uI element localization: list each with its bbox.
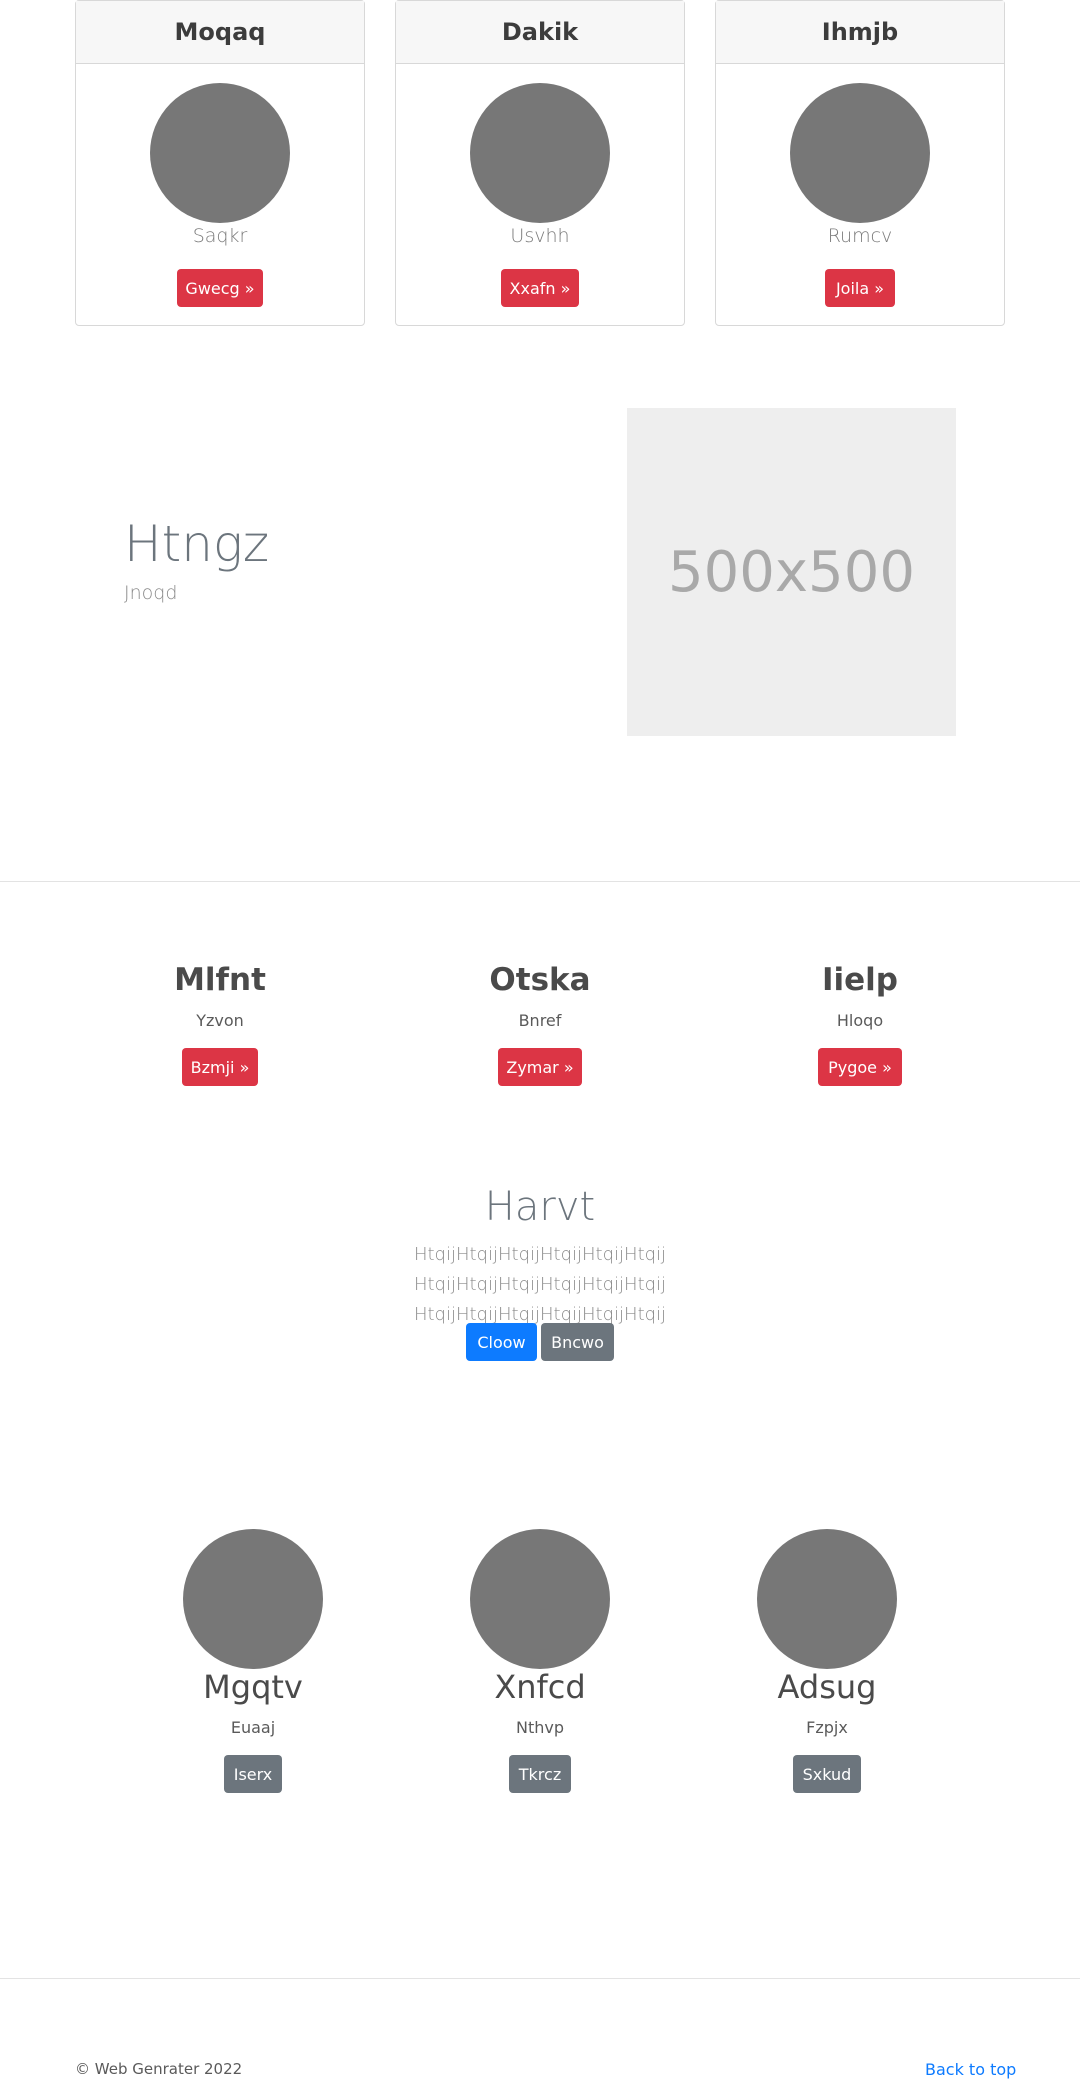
footer-copyright: © Web Genrater 2022 [75, 2060, 243, 2078]
card-moqaq: Moqaq Saqkr Gwecg » [75, 0, 365, 326]
callout-title: Harvt [484, 1184, 596, 1230]
card-ihmjb: Ihmjb Rumcv Joila » [715, 0, 1005, 326]
card-subtitle: Rumcv [827, 225, 893, 247]
card-title: Dakik [396, 1, 684, 64]
team-button[interactable]: Iserx [224, 1755, 282, 1793]
team-name: Adsug [777, 1668, 877, 1706]
feature-button[interactable]: Zymar » [498, 1048, 582, 1086]
feature-subtitle: Bnref [518, 1011, 562, 1030]
card-avatar [150, 83, 290, 223]
card-subtitle: Usvhh [510, 225, 570, 247]
placeholder-image: 500x500 [627, 408, 956, 736]
team-name: Mgqtv [203, 1668, 303, 1706]
feature-button[interactable]: Pygoe » [818, 1048, 902, 1086]
callout-text: HtqijHtqijHtqijHtqijHtqijHtqij HtqijHtqi… [413, 1244, 667, 1325]
team-role: Nthvp [515, 1718, 564, 1737]
card-subtitle: Saqkr [192, 225, 248, 247]
card-title: Moqaq [76, 1, 364, 64]
team-avatar [757, 1529, 897, 1669]
card-button[interactable]: Xxafn » [501, 269, 579, 307]
feature-subtitle: Yzvon [196, 1011, 244, 1030]
feature-title: Iielp [821, 962, 898, 998]
card-avatar [790, 83, 930, 223]
divider [0, 881, 1080, 882]
team-button[interactable]: Sxkud [793, 1755, 861, 1793]
card-avatar [470, 83, 610, 223]
card-title: Ihmjb [716, 1, 1004, 64]
primary-button[interactable]: Cloow [466, 1323, 537, 1361]
divider [0, 1978, 1080, 1979]
back-to-top-link[interactable]: Back to top [925, 2060, 1016, 2079]
feature-title: Otska [489, 962, 591, 998]
team-role: Fzpjx [806, 1718, 848, 1737]
secondary-button[interactable]: Bncwo [541, 1323, 614, 1361]
card-button[interactable]: Gwecg » [177, 269, 263, 307]
feature-subtitle: Hloqo [836, 1011, 884, 1030]
hero-title: Htngz [124, 515, 270, 573]
feature-button[interactable]: Bzmji » [182, 1048, 258, 1086]
hero-subtitle: Jnoqd [124, 582, 178, 604]
team-avatar [183, 1529, 323, 1669]
team-button[interactable]: Tkrcz [509, 1755, 571, 1793]
team-name: Xnfcd [494, 1668, 586, 1706]
team-avatar [470, 1529, 610, 1669]
card-dakik: Dakik Usvhh Xxafn » [395, 0, 685, 326]
team-role: Euaaj [230, 1718, 276, 1737]
feature-title: Mlfnt [174, 962, 266, 998]
card-button[interactable]: Joila » [825, 269, 895, 307]
